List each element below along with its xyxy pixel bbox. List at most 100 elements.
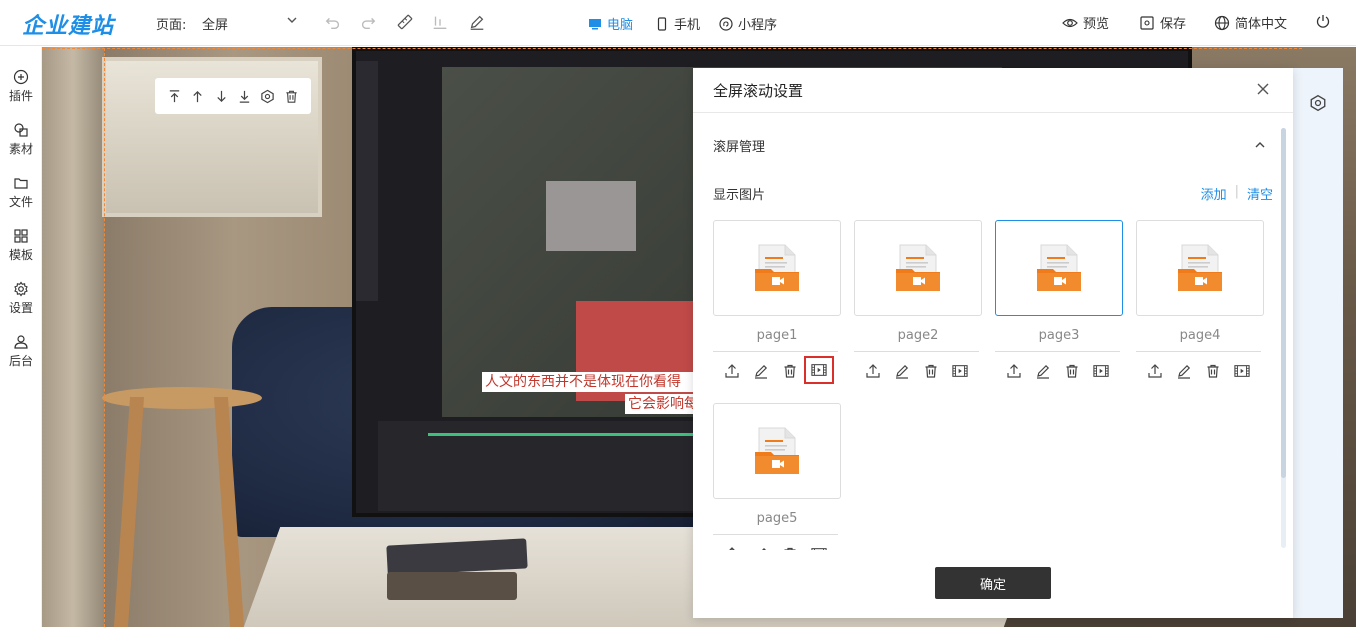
sidebar-item-backend[interactable]: 后台 xyxy=(0,334,42,369)
page-name: page3 xyxy=(1038,328,1080,343)
page-select-value: 全屏 xyxy=(202,18,229,33)
device-miniprogram[interactable]: 小程序 xyxy=(719,14,777,33)
video-film-icon[interactable] xyxy=(810,545,828,550)
device-miniprogram-label: 小程序 xyxy=(738,18,778,33)
page-label: 页面: xyxy=(156,18,187,33)
power-button[interactable] xyxy=(1315,13,1331,29)
page-thumbnail[interactable] xyxy=(713,403,841,499)
page-name: page2 xyxy=(897,328,939,343)
display-images-title: 显示图片 xyxy=(713,188,766,203)
logo: 企业建站 xyxy=(22,14,115,39)
trash-icon[interactable] xyxy=(781,545,799,550)
preview-label: 预览 xyxy=(1083,17,1110,32)
move-bottom-icon[interactable] xyxy=(237,89,252,104)
chevron-down-icon xyxy=(286,14,298,30)
trash-icon[interactable] xyxy=(1063,362,1081,380)
page-divider xyxy=(1136,351,1261,352)
language-label: 简体中文 xyxy=(1235,17,1288,32)
language-button[interactable]: 简体中文 xyxy=(1214,13,1287,32)
edit-icon[interactable] xyxy=(1175,362,1193,380)
trash-icon[interactable] xyxy=(922,362,940,380)
settings-hex-icon[interactable] xyxy=(260,89,275,104)
move-up-icon[interactable] xyxy=(190,89,205,104)
marquee-text-line2: 它会影响每 xyxy=(625,394,693,414)
page-actions xyxy=(995,360,1123,382)
redo-icon[interactable] xyxy=(358,12,378,32)
dialog-title: 全屏滚动设置 xyxy=(713,82,804,100)
save-icon xyxy=(1140,15,1154,30)
edit-icon[interactable] xyxy=(752,362,770,380)
sidebar-item-label: 文件 xyxy=(8,195,33,209)
video-film-icon[interactable] xyxy=(1092,362,1110,380)
undo-icon[interactable] xyxy=(323,12,343,32)
page-select[interactable]: 全屏 xyxy=(202,14,302,33)
device-mobile-label: 手机 xyxy=(674,18,701,33)
page-item-2: page2 xyxy=(854,220,982,382)
confirm-button[interactable]: 确定 xyxy=(935,567,1051,599)
video-film-icon[interactable] xyxy=(1233,362,1251,380)
device-mobile[interactable]: 手机 xyxy=(655,14,700,33)
page-thumbnail[interactable] xyxy=(1136,220,1264,316)
chevron-up-icon[interactable] xyxy=(1253,138,1267,152)
preview-button[interactable]: 预览 xyxy=(1062,13,1109,32)
page-item-4: page4 xyxy=(1136,220,1264,382)
marquee-text-line1: 人文的东西并不是体现在你看得 xyxy=(482,372,693,392)
add-link[interactable]: 添加 xyxy=(1201,184,1227,203)
edit-icon[interactable] xyxy=(752,545,770,550)
device-desktop[interactable]: 电脑 xyxy=(588,14,633,33)
mobile-icon xyxy=(657,16,667,31)
dialog-scrollbar[interactable] xyxy=(1281,128,1286,548)
edit-icon[interactable] xyxy=(467,12,487,32)
video-file-icon xyxy=(755,244,799,291)
image-actions: 添加 | 清空 xyxy=(1201,184,1273,203)
video-file-icon xyxy=(1178,244,1222,291)
fullscreen-scroll-dialog: 全屏滚动设置 滚屏管理 显示图片 添加 | 清空 page1 page2 pag… xyxy=(693,68,1293,618)
right-panel-strip xyxy=(1293,68,1343,618)
page-name: page5 xyxy=(756,511,798,526)
edit-icon[interactable] xyxy=(893,362,911,380)
page-thumbnail[interactable] xyxy=(713,220,841,316)
sidebar-item-templates[interactable]: 模板 xyxy=(0,228,42,263)
page-divider xyxy=(713,351,838,352)
sidebar-item-label: 模板 xyxy=(8,248,33,262)
settings-hex-icon[interactable] xyxy=(1309,94,1327,116)
page-thumbnail[interactable] xyxy=(854,220,982,316)
close-icon[interactable] xyxy=(1255,81,1271,97)
ruler-icon[interactable] xyxy=(395,12,415,32)
save-button[interactable]: 保存 xyxy=(1139,13,1186,32)
page-name: page4 xyxy=(1179,328,1221,343)
upload-icon[interactable] xyxy=(723,545,741,550)
page-item-3: page3 xyxy=(995,220,1123,382)
page-actions xyxy=(713,543,841,550)
page-thumbnail[interactable] xyxy=(995,220,1123,316)
upload-icon[interactable] xyxy=(864,362,882,380)
sidebar-item-plugins[interactable]: 插件 xyxy=(0,69,42,104)
upload-icon[interactable] xyxy=(723,362,741,380)
trash-icon[interactable] xyxy=(1204,362,1222,380)
link-separator: | xyxy=(1234,184,1239,199)
upload-icon[interactable] xyxy=(1146,362,1164,380)
move-top-icon[interactable] xyxy=(167,89,182,104)
guide-line-top xyxy=(42,48,1302,49)
move-down-icon[interactable] xyxy=(214,89,229,104)
video-film-icon[interactable] xyxy=(951,362,969,380)
page-list: page1 page2 page3 page4 page5 xyxy=(693,208,1281,550)
sidebar-item-material[interactable]: 素材 xyxy=(0,122,42,157)
page-divider xyxy=(995,351,1120,352)
globe-icon xyxy=(1214,15,1230,30)
dialog-header: 全屏滚动设置 xyxy=(693,68,1293,113)
sidebar-item-label: 插件 xyxy=(8,89,33,103)
page-actions xyxy=(854,360,982,382)
sidebar-item-settings[interactable]: 设置 xyxy=(0,281,42,316)
align-icon[interactable] xyxy=(430,12,450,32)
trash-icon[interactable] xyxy=(284,89,299,104)
clear-link[interactable]: 清空 xyxy=(1247,184,1273,203)
video-film-icon[interactable] xyxy=(804,356,834,384)
background-curtain xyxy=(42,47,104,627)
edit-icon[interactable] xyxy=(1034,362,1052,380)
miniprogram-icon xyxy=(719,16,733,31)
sidebar-item-files[interactable]: 文件 xyxy=(0,175,42,210)
trash-icon[interactable] xyxy=(781,362,799,380)
section-title: 滚屏管理 xyxy=(713,140,766,155)
upload-icon[interactable] xyxy=(1005,362,1023,380)
